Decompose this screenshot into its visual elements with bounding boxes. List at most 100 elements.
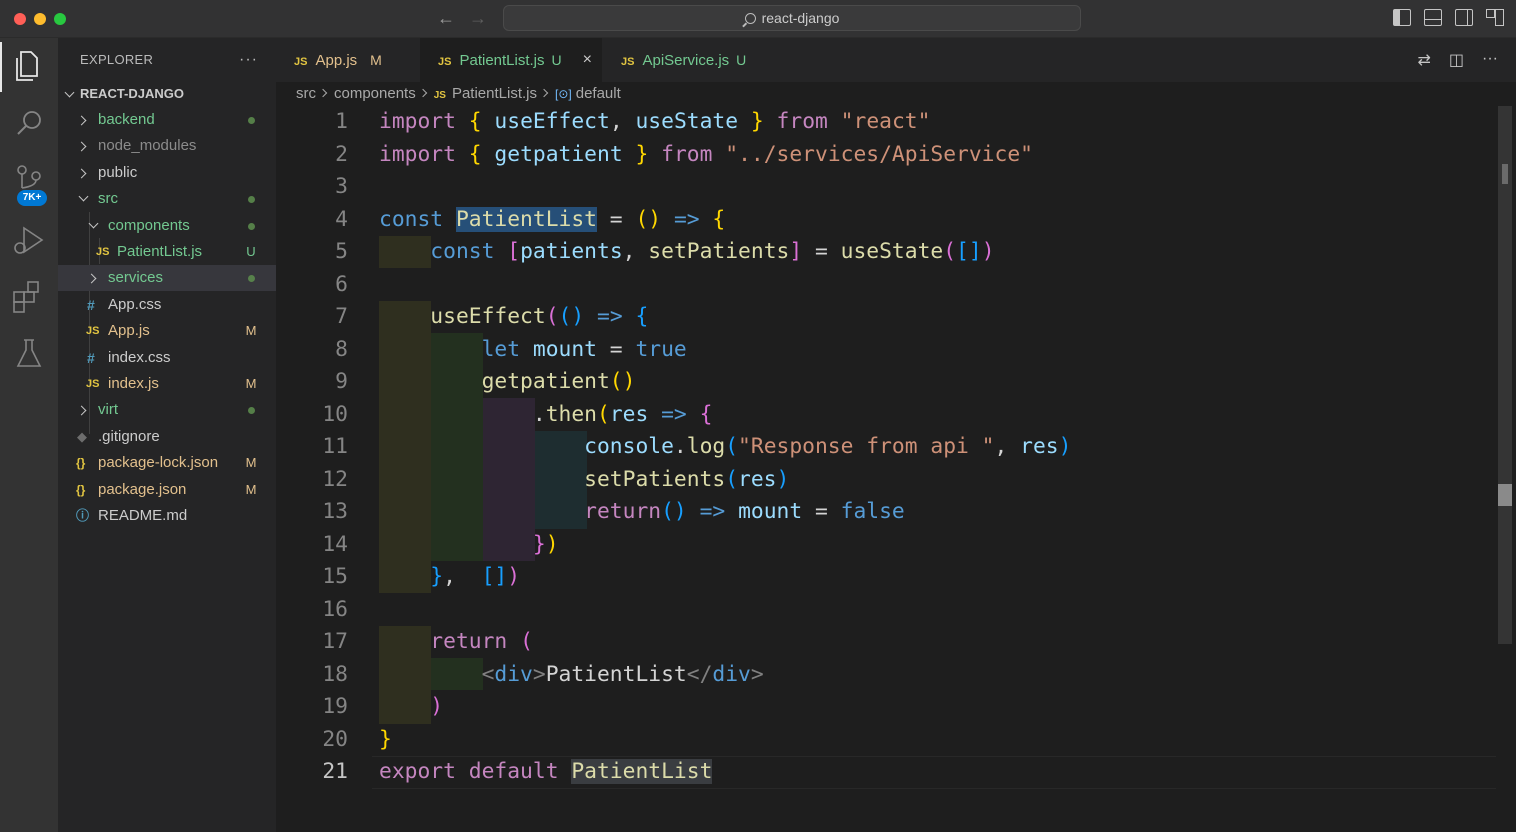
explorer-header: EXPLORER ··· — [58, 38, 276, 82]
javascript-file-icon: JS — [438, 56, 452, 68]
code-line: 9 getpatient() — [335, 369, 636, 394]
workspace-root[interactable]: REACT-DJANGO — [58, 82, 276, 106]
forward-arrow-icon[interactable]: → — [467, 8, 489, 29]
javascript-file-icon: JS — [86, 325, 100, 337]
css-file-icon: # — [87, 297, 95, 313]
status-dot — [248, 117, 255, 124]
search-icon — [17, 111, 41, 135]
search-icon — [744, 13, 756, 24]
explorer-sidebar: EXPLORER ··· REACT-DJANGO backend node_m… — [58, 38, 276, 832]
chevron-right-icon — [539, 88, 549, 98]
tree-item-package-json[interactable]: {} package.json M — [58, 477, 276, 503]
run-debug-icon — [14, 226, 44, 254]
tree-item-backend[interactable]: backend — [58, 107, 276, 133]
breadcrumb-components[interactable]: components — [334, 85, 416, 102]
flask-icon — [16, 339, 42, 367]
tree-item-components[interactable]: components — [58, 213, 276, 239]
code-line: 10 .then(res => { — [322, 401, 713, 427]
tree-item-index-css[interactable]: # index.css — [58, 345, 276, 371]
minimize-window-button[interactable] — [34, 13, 46, 25]
testing-activity[interactable] — [0, 328, 58, 384]
toggle-panel-icon[interactable] — [1424, 9, 1442, 26]
tree-item-virt[interactable]: virt — [58, 397, 276, 423]
scrollbar-thumb[interactable] — [1498, 106, 1512, 644]
tree-item-app-css[interactable]: # App.css — [58, 292, 276, 318]
code-line: 2 import { getpatient } from "../services… — [335, 141, 1033, 167]
status-dot — [248, 223, 255, 230]
tree-item-public[interactable]: public — [58, 160, 276, 186]
scm-badge: 7K+ — [17, 190, 47, 206]
vertical-scrollbar[interactable] — [1498, 106, 1512, 832]
chevron-right-icon — [86, 273, 97, 284]
code-line: 12 setPatients(res) — [322, 466, 790, 492]
breadcrumb-file[interactable]: PatientList.js — [452, 85, 537, 102]
search-activity[interactable] — [0, 96, 58, 152]
tab-bar: JS App.js M JS PatientList.js U × JS ApiServi… — [276, 38, 1516, 82]
editor-actions: ⇄ ◫ ··· — [1417, 50, 1498, 70]
chevron-right-icon — [76, 405, 87, 416]
layout-controls — [1393, 9, 1504, 26]
extensions-activity[interactable] — [0, 270, 58, 326]
json-file-icon: {} — [76, 483, 86, 497]
close-tab-icon[interactable]: × — [583, 38, 592, 82]
code-line: 20} — [322, 726, 392, 752]
chevron-right-icon — [318, 88, 328, 98]
code-line: 8 let mount = true — [335, 336, 687, 362]
tree-item-app-js[interactable]: JS App.js M — [58, 318, 276, 344]
tree-item-index-js[interactable]: JS index.js M — [58, 371, 276, 397]
customize-layout-icon[interactable] — [1486, 9, 1504, 26]
code-line: 19 ) — [322, 694, 444, 719]
tab-apiservice-js[interactable]: JS ApiService.js U — [603, 38, 786, 82]
toggle-secondary-sidebar-icon[interactable] — [1455, 9, 1473, 26]
tree-item-src[interactable]: src — [58, 186, 276, 212]
chevron-down-icon — [64, 87, 75, 98]
code-line: 6 — [335, 271, 348, 297]
symbol-icon: [⊙] — [555, 87, 572, 101]
code-line: 15 }, []) — [322, 564, 521, 589]
explorer-activity[interactable] — [0, 38, 58, 94]
chevron-right-icon — [418, 88, 427, 98]
chevron-right-icon — [76, 115, 87, 126]
code-line: 17 return ( — [322, 629, 533, 654]
zoom-window-button[interactable] — [54, 13, 66, 25]
close-window-button[interactable] — [14, 13, 26, 25]
tree-item-node-modules[interactable]: node_modules — [58, 133, 276, 159]
editor-group: JS App.js M JS PatientList.js U × JS ApiServi… — [276, 38, 1516, 832]
run-debug-activity[interactable] — [0, 212, 58, 268]
command-center[interactable]: react-django — [503, 5, 1081, 31]
open-changes-icon[interactable]: ⇄ — [1417, 50, 1430, 70]
back-arrow-icon[interactable]: ← — [435, 8, 457, 29]
tree-item-patientlist-js[interactable]: JS PatientList.js U — [58, 239, 276, 265]
tree-item-services[interactable]: services — [58, 265, 276, 291]
chevron-right-icon — [76, 141, 87, 152]
javascript-file-icon: JS — [621, 56, 635, 68]
tree-item-readme-md[interactable]: ⓘ README.md — [58, 503, 276, 529]
git-file-icon: ◆ — [77, 429, 87, 444]
more-actions-icon[interactable]: ··· — [239, 38, 258, 82]
status-dot — [248, 275, 255, 282]
chevron-down-icon — [78, 191, 89, 202]
code-line: 3 — [335, 174, 348, 199]
tree-item-gitignore[interactable]: ◆ .gitignore — [58, 424, 276, 450]
tab-app-js[interactable]: JS App.js M — [276, 38, 418, 82]
css-file-icon: # — [87, 350, 95, 366]
status-dot — [248, 407, 255, 414]
code-line: 1 import { useEffect, useState } from "re… — [335, 109, 931, 134]
split-editor-icon[interactable]: ◫ — [1449, 50, 1464, 70]
scrollbar-marker — [1502, 164, 1508, 184]
scrollbar-marker — [1498, 484, 1512, 506]
breadcrumb-src[interactable]: src — [296, 85, 316, 102]
tree-item-package-lock-json[interactable]: {} package-lock.json M — [58, 450, 276, 476]
toggle-primary-sidebar-icon[interactable] — [1393, 9, 1411, 26]
extensions-icon — [13, 281, 39, 313]
javascript-file-icon: JS — [86, 378, 100, 390]
code-line: 13 return() => mount = false — [322, 499, 905, 524]
breadcrumb-symbol[interactable]: default — [576, 85, 621, 102]
more-actions-icon[interactable]: ··· — [1482, 50, 1498, 70]
info-icon: ⓘ — [76, 508, 90, 523]
code-editor[interactable]: 1 import { useEffect, useState } from "re… — [276, 106, 1496, 832]
javascript-file-icon: JS — [96, 246, 110, 258]
workspace-root-label: REACT-DJANGO — [80, 86, 185, 101]
source-control-activity[interactable]: 7K+ — [0, 154, 58, 210]
tab-patientlist-js[interactable]: JS PatientList.js U × — [420, 38, 602, 82]
